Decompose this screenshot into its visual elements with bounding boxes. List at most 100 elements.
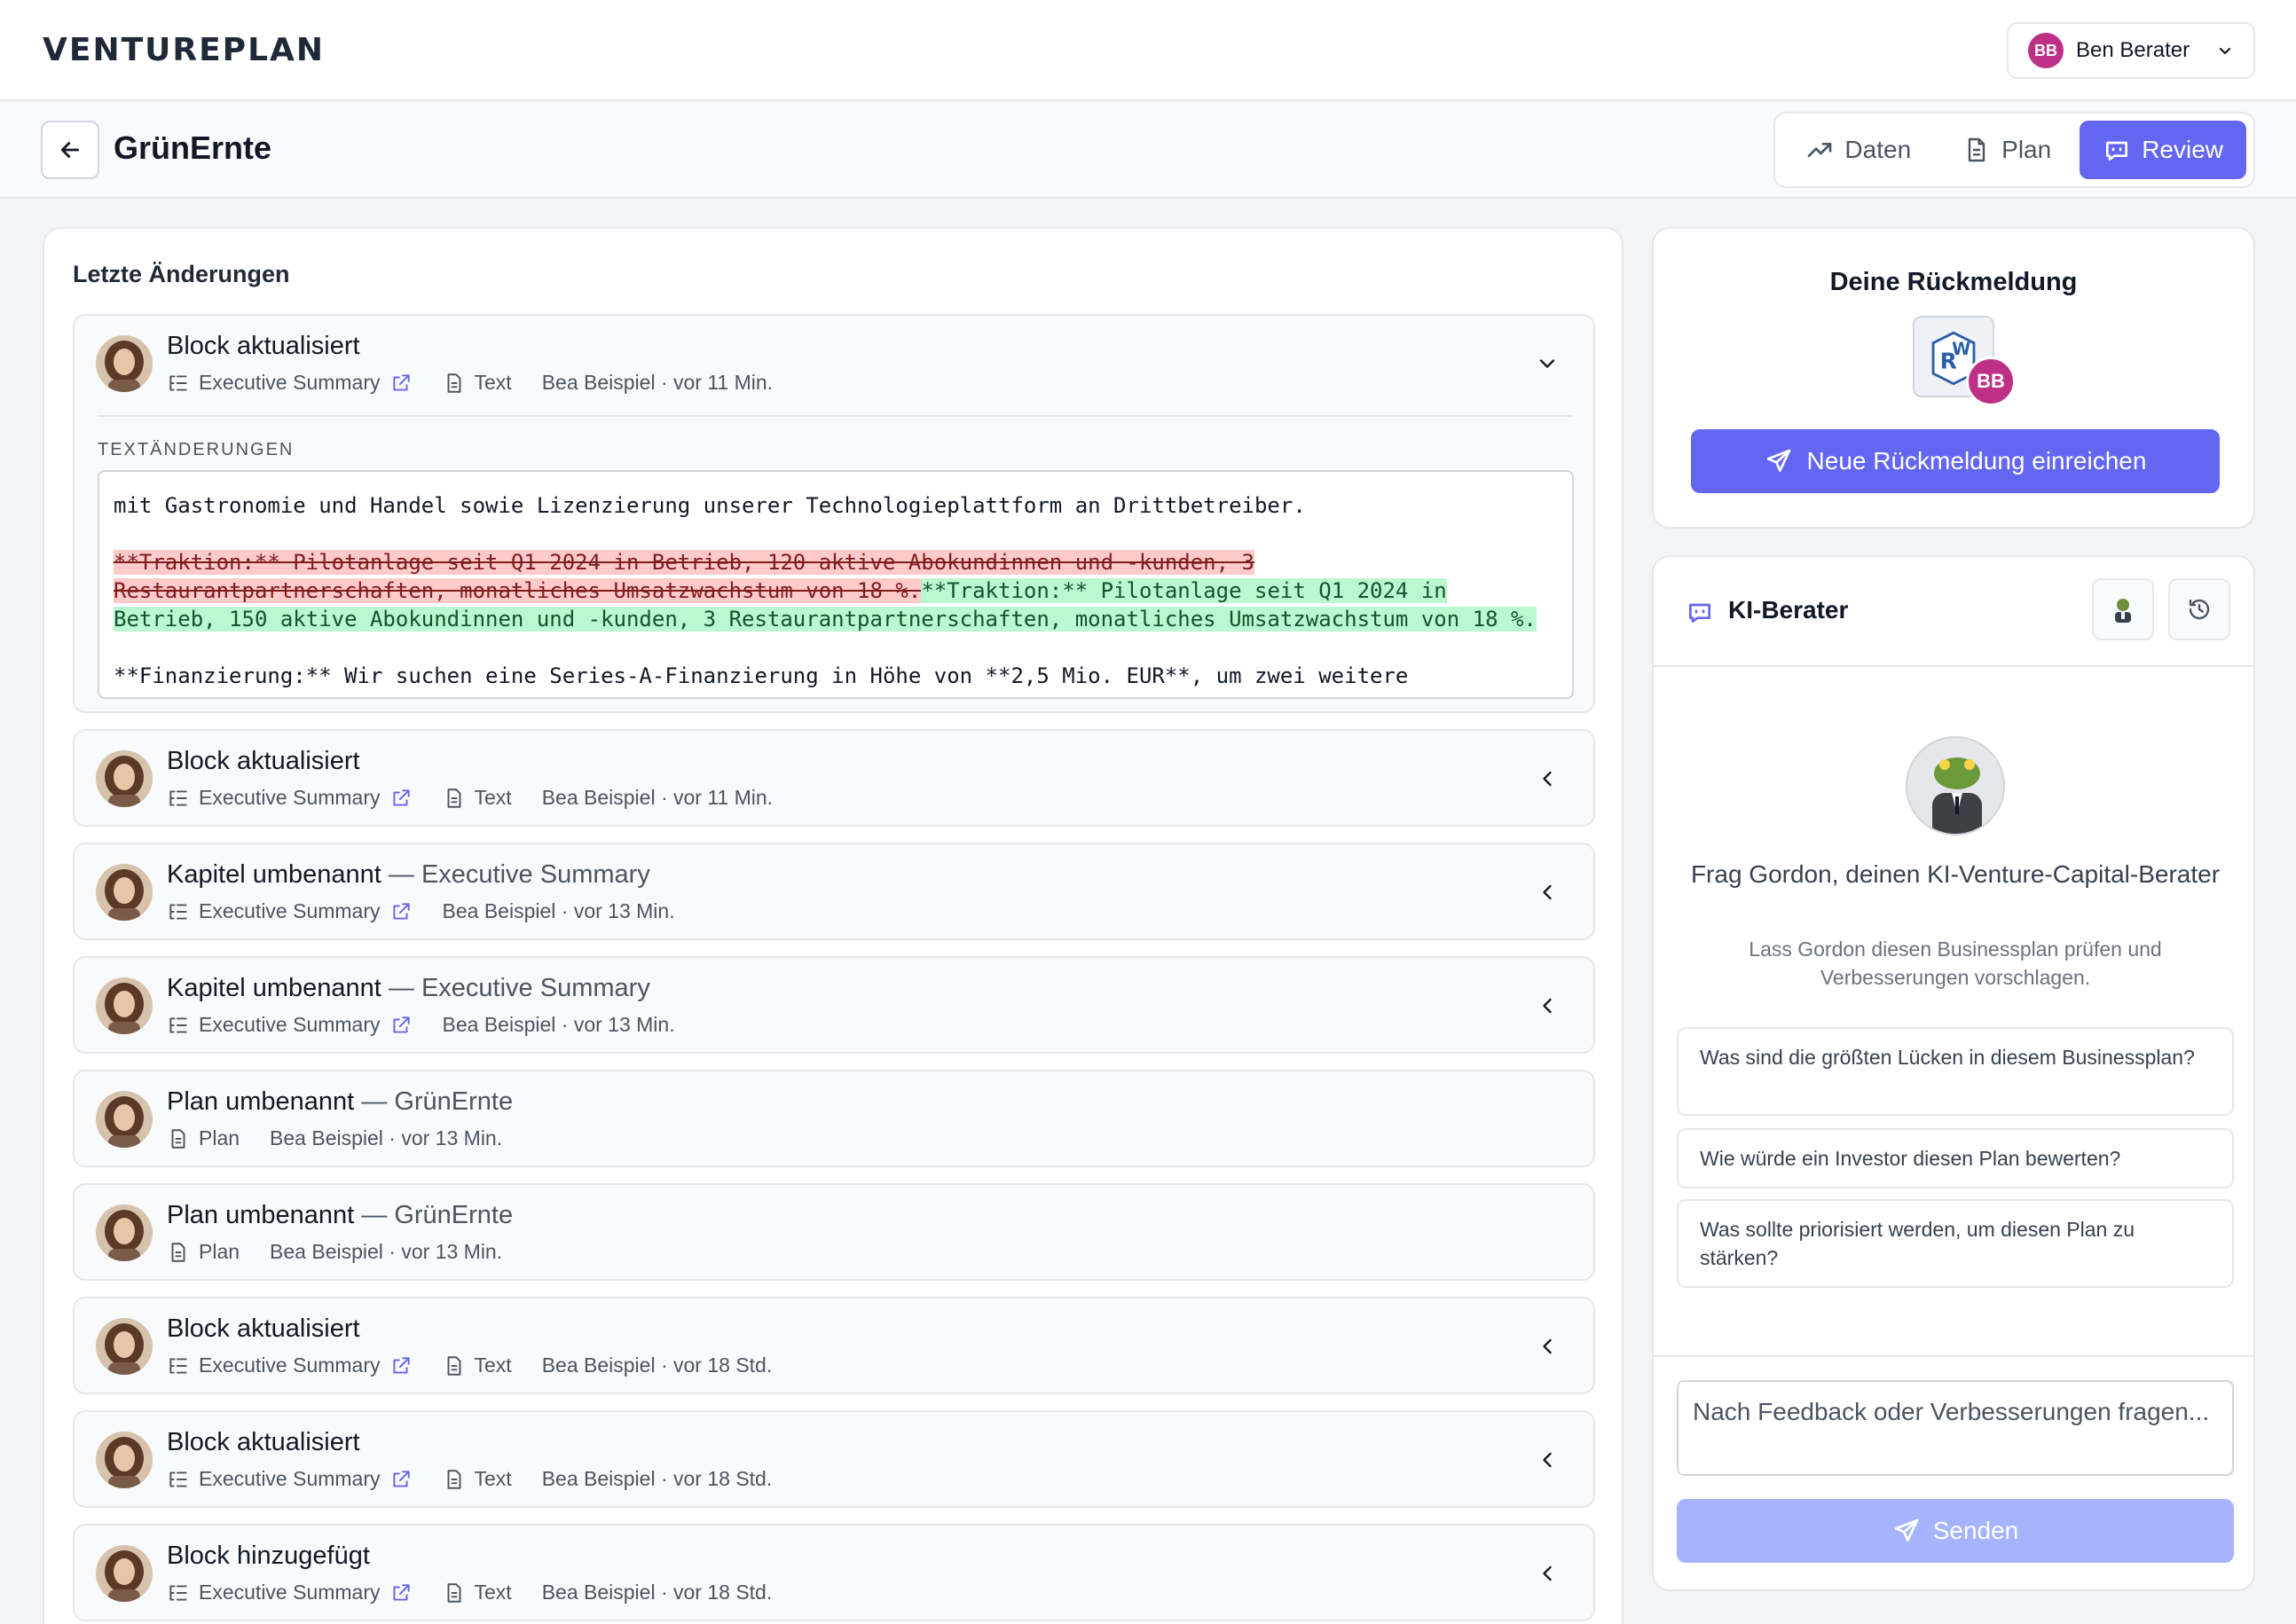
change-entry[interactable]: Block aktualisiert Executive Summary Text B… (73, 729, 1595, 827)
list-tree-icon (169, 1584, 187, 1601)
diff-context-bottom: **Finanzierung:** Wir suchen eine Series… (114, 663, 1409, 688)
document-icon (171, 1128, 185, 1149)
entry-type: Text (474, 1581, 512, 1604)
tab-label: Daten (1844, 136, 1912, 163)
entry-meta: Plan Bea Beispiel · vor 13 Min. (167, 1240, 502, 1264)
change-entry[interactable]: Plan umbenannt — GrünErnte Plan Bea Beispi… (73, 1183, 1595, 1281)
entry-title: Block hinzugefügt (167, 1542, 370, 1570)
document-icon (447, 1469, 460, 1489)
plan-header: GrünErnte Daten Plan Review (0, 103, 2296, 199)
entry-meta: Plan Bea Beispiel · vor 13 Min. (167, 1126, 502, 1150)
entry-title: Plan umbenannt — GrünErnte (167, 1087, 514, 1116)
entry-author-time: Bea Beispiel · vor 18 Std. (541, 1353, 773, 1377)
external-link-icon[interactable] (389, 1014, 413, 1037)
entry-author-time: Bea Beispiel · vor 13 Min. (442, 899, 675, 922)
author-avatar (96, 977, 153, 1034)
entry-chapter: Executive Summary (199, 371, 381, 394)
tab-plan[interactable]: Plan (1939, 121, 2074, 179)
advisor-select-button[interactable] (2092, 578, 2154, 640)
user-menu-button[interactable]: BB Ben Berater (2007, 22, 2255, 79)
send-button[interactable]: Senden (1677, 1499, 2234, 1563)
diff-context-line (114, 472, 1561, 491)
entry-chapter: Executive Summary (199, 786, 381, 809)
entry-author-time: Bea Beispiel · vor 13 Min. (270, 1126, 503, 1149)
document-icon (1968, 137, 1985, 162)
plan-title: GrünErnte (114, 129, 272, 166)
diff-label: TEXTÄNDERUNGEN (98, 440, 295, 459)
entry-type: Plan (199, 1240, 240, 1263)
suggestion-button[interactable]: Was sollte priorisiert werden, um diesen… (1677, 1199, 2234, 1288)
history-icon (2189, 599, 2210, 620)
tab-review[interactable]: Review (2080, 121, 2246, 179)
chevron-down-icon[interactable] (1535, 351, 1560, 376)
entry-chapter: Executive Summary (199, 1467, 381, 1490)
entry-author-time: Bea Beispiel · vor 13 Min. (442, 1013, 675, 1036)
ai-subtitle: Lass Gordon diesen Businessplan prüfen u… (1749, 938, 2162, 989)
entry-author-time: Bea Beispiel · vor 11 Min. (541, 786, 774, 809)
gordon-avatar (1906, 736, 2005, 836)
entry-chapter: Executive Summary (199, 1581, 381, 1604)
app-logo[interactable]: VENTUREPLAN (43, 32, 325, 68)
entry-title: Block aktualisiert (167, 332, 360, 360)
entry-meta: Executive Summary Bea Beispiel · vor 13 M… (167, 899, 675, 923)
change-entry[interactable]: Block aktualisiert Executive Summary Text B… (73, 1297, 1595, 1394)
chat-bot-icon (2106, 141, 2128, 161)
change-entry[interactable]: Block hinzugefügt Executive Summary Text Be… (73, 1524, 1595, 1621)
author-avatar (96, 1318, 153, 1375)
document-icon (171, 1242, 185, 1262)
chevron-left-icon[interactable] (1535, 766, 1560, 791)
author-avatar (96, 1432, 153, 1488)
arrow-left-icon (60, 142, 80, 158)
view-tabs: Daten Plan Review (1773, 112, 2255, 188)
entry-chapter: Executive Summary (199, 1013, 381, 1036)
submit-feedback-button[interactable]: Neue Rückmeldung einreichen (1691, 429, 2220, 493)
entry-chapter: Executive Summary (199, 899, 381, 922)
external-link-icon[interactable] (389, 1468, 413, 1491)
entry-type: Text (474, 371, 512, 394)
tab-label: Plan (2001, 136, 2052, 163)
button-label: Neue Rückmeldung einreichen (1806, 447, 2147, 475)
author-avatar (96, 750, 153, 807)
change-entry[interactable]: Kapitel umbenannt — Executive Summary Exe… (73, 843, 1595, 940)
author-avatar (96, 1545, 153, 1602)
ai-heading: Frag Gordon, deinen KI-Venture-Capital-B… (1690, 860, 2221, 888)
diff-change: **Traktion:** Pilotanlage seit Q1 2024 i… (114, 548, 1561, 633)
top-bar: VENTUREPLAN BB Ben Berater (0, 0, 2296, 101)
list-tree-icon (169, 1471, 187, 1487)
change-entry: Block aktualisiert Executive Summary Tex… (73, 314, 1595, 713)
suggestion-button[interactable]: Was sind die größten Lücken in diesem Bu… (1677, 1027, 2234, 1116)
change-entry[interactable]: Plan umbenannt — GrünErnte Plan Bea Beispi… (73, 1070, 1595, 1167)
svg-text:W: W (1952, 339, 1970, 359)
change-entry[interactable]: Block aktualisiert Executive Summary Text B… (73, 1410, 1595, 1508)
divider (98, 415, 1572, 417)
suggestion-button[interactable]: Wie würde ein Investor diesen Plan bewer… (1677, 1128, 2234, 1189)
chevron-left-icon[interactable] (1535, 1561, 1560, 1586)
chevron-left-icon[interactable] (1535, 1334, 1560, 1359)
chevron-left-icon[interactable] (1535, 1447, 1560, 1472)
external-link-icon[interactable] (389, 900, 413, 923)
chevron-left-icon[interactable] (1535, 880, 1560, 905)
ai-chat-input[interactable]: Nach Feedback oder Verbesserungen fragen… (1677, 1380, 2234, 1476)
external-link-icon[interactable] (389, 1354, 413, 1377)
chevron-left-icon[interactable] (1535, 993, 1560, 1018)
divider (1654, 1355, 2253, 1357)
change-entry[interactable]: Kapitel umbenannt — Executive Summary Exe… (73, 956, 1595, 1054)
gordon-avatar-icon (2115, 599, 2131, 623)
author-avatar (96, 1091, 153, 1148)
list-tree-icon (169, 1357, 187, 1374)
list-tree-icon (169, 903, 187, 920)
external-link-icon[interactable] (389, 1581, 413, 1604)
trend-icon (1808, 143, 1832, 157)
entry-title: Block aktualisiert (167, 1428, 360, 1456)
external-link-icon[interactable] (389, 787, 413, 810)
external-link-icon[interactable] (389, 372, 413, 395)
document-icon (447, 1355, 460, 1376)
entry-meta: Executive Summary Text Bea Beispiel · vor … (167, 1467, 772, 1491)
history-button[interactable] (2168, 578, 2230, 640)
tab-daten[interactable]: Daten (1782, 121, 1934, 179)
tab-label: Review (2142, 136, 2223, 163)
back-button[interactable] (41, 121, 99, 179)
entry-title: Block aktualisiert (167, 1314, 360, 1343)
list-tree-icon (169, 374, 187, 391)
diff-viewer[interactable]: mit Gastronomie und Handel sowie Lizenzi… (98, 470, 1574, 699)
